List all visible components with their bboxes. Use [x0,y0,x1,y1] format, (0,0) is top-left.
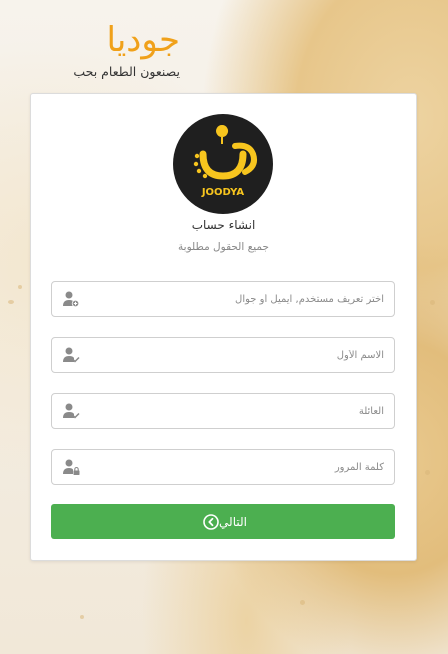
background-decoration [430,300,435,305]
next-button[interactable]: التالي [51,504,395,539]
form-subtitle: جميع الحقول مطلوبة [178,241,269,253]
first-name-field[interactable] [51,337,395,373]
first-name-input[interactable] [82,338,384,372]
background-decoration [300,600,305,605]
signup-card: JOODYA انشاء حساب جميع الحقول مطلوبة اخت… [30,93,417,561]
family-name-input[interactable] [82,394,384,428]
background-decoration [8,300,14,304]
joodya-logo: JOODYA [173,114,273,214]
username-input[interactable] [82,282,384,316]
background-decoration [18,285,22,289]
background-decoration [80,615,84,619]
brand: جوديا يصنعون الطعام بحب [40,18,180,79]
logo-mark-icon: JOODYA [193,125,257,198]
next-button-label: التالي [219,514,247,529]
user-check-icon [63,403,80,419]
user-lock-icon [63,459,80,475]
user-check-icon [63,347,80,363]
brand-title: جوديا [106,20,180,60]
password-input[interactable] [82,450,384,484]
user-add-icon [63,291,80,308]
logo-text: JOODYA [201,187,245,198]
password-field[interactable] [51,449,395,485]
username-field[interactable] [51,281,395,317]
brand-tagline: يصنعون الطعام بحب [73,64,180,79]
form-title: انشاء حساب [191,218,256,232]
arrow-circle-icon [203,513,219,530]
family-name-field[interactable] [51,393,395,429]
background-decoration [425,470,430,475]
